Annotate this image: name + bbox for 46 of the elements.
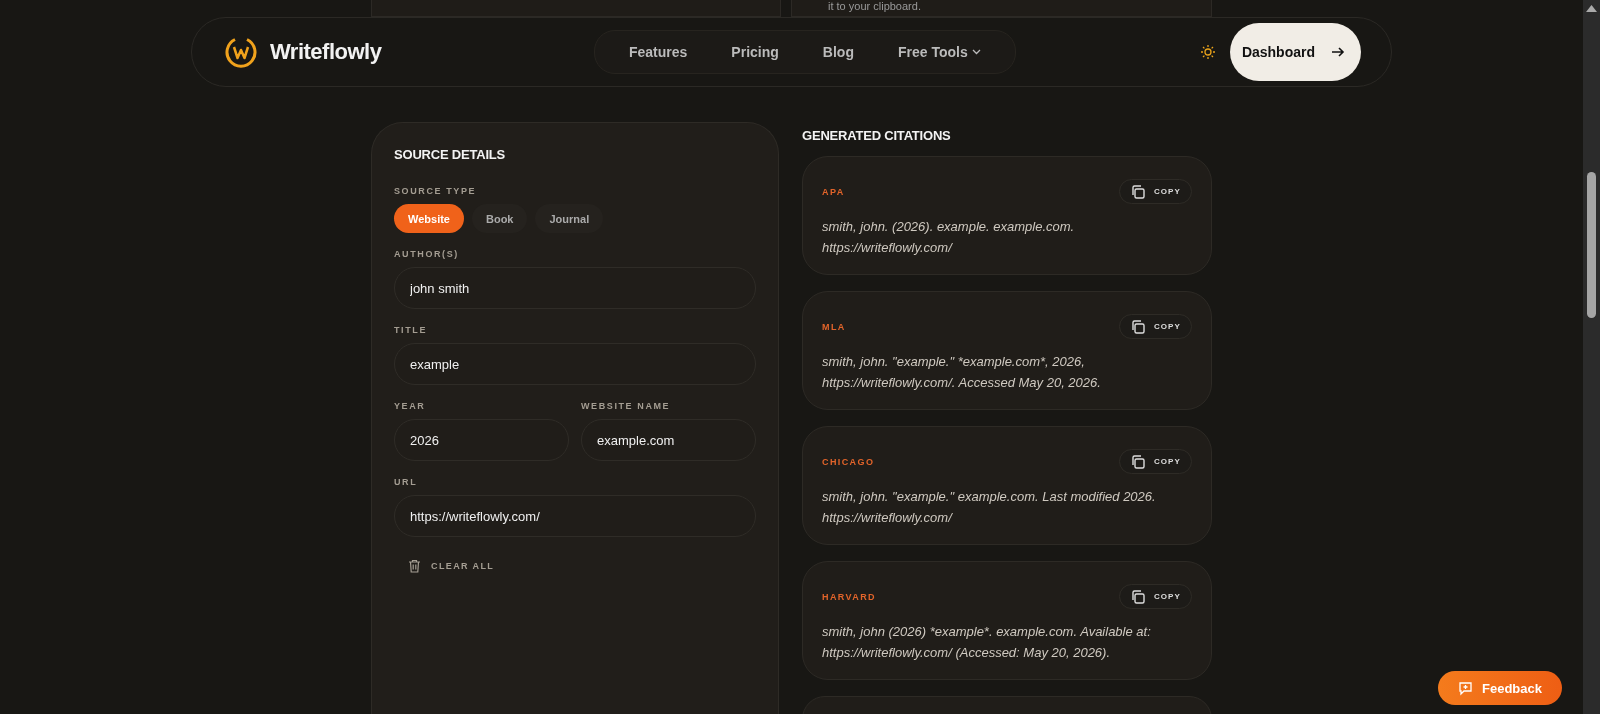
- copy-icon: [1129, 588, 1146, 605]
- field-label: URL: [394, 477, 419, 487]
- field-label: SOURCE TYPE: [394, 186, 478, 196]
- citation-text: smith, john. "example." example.com. Last modified 2026. https://writeflowly.com/: [822, 488, 1157, 527]
- copy-icon: [1129, 453, 1146, 470]
- scrollbar-thumb[interactable]: [1587, 172, 1596, 318]
- copy-icon: [1129, 183, 1146, 200]
- nav-link[interactable]: Blog: [800, 44, 876, 60]
- copy-button[interactable]: COPY: [1118, 449, 1192, 474]
- message-plus-icon: [1458, 680, 1473, 696]
- instruction-text: it to your clipboard.: [828, 0, 921, 12]
- citation-style: HARVARD: [822, 591, 876, 602]
- copy-icon: [1129, 318, 1146, 335]
- logo-icon: [224, 35, 258, 69]
- sun-icon[interactable]: [1199, 44, 1216, 60]
- citation-style: MLA: [822, 321, 846, 332]
- brand-name: Writeflowly: [270, 39, 382, 65]
- trash-icon: [408, 559, 421, 573]
- field-label: TITLE: [394, 325, 428, 335]
- source-type-tab[interactable]: Journal: [535, 204, 604, 233]
- field-label: YEAR: [394, 401, 427, 411]
- copy-button[interactable]: COPY: [1118, 179, 1192, 204]
- source-type-tab[interactable]: Book: [472, 204, 528, 233]
- clear-all-button[interactable]: CLEAR ALL: [404, 555, 499, 577]
- input-field[interactable]: example.com: [581, 419, 756, 461]
- nav-link[interactable]: Free Tools: [875, 44, 1003, 60]
- citation-text: smith, john. "example." *example.com*, 2026, https://writeflowly.com/. Accessed May 20, 2026.: [822, 353, 1102, 392]
- citation-text: smith, john. (2026). example. example.com. https://writeflowly.com/: [822, 218, 1076, 257]
- arrow-right-icon: [1331, 45, 1345, 59]
- citation-style: CHICAGO: [822, 456, 875, 467]
- nav-link[interactable]: Pricing: [709, 44, 801, 60]
- copy-button[interactable]: COPY: [1118, 314, 1192, 339]
- nav-link[interactable]: Features: [607, 44, 710, 60]
- field-label: AUTHOR(S): [394, 249, 460, 259]
- citation-text: smith, john (2026) *example*. example.com. Available at: https://writeflowly.com/ (Accessed: May 20, 2026).: [822, 623, 1152, 662]
- input-field[interactable]: example: [394, 343, 756, 385]
- citation-style: APA: [822, 186, 845, 197]
- input-field[interactable]: https://writeflowly.com/: [394, 495, 756, 537]
- input-field[interactable]: 2026: [394, 419, 569, 461]
- panel-heading: SOURCE DETAILS: [394, 147, 507, 162]
- scroll-up-icon[interactable]: [1586, 5, 1597, 12]
- input-field[interactable]: john smith: [394, 267, 756, 309]
- dashboard-button[interactable]: Dashboard: [1229, 23, 1361, 81]
- section-heading: GENERATED CITATIONS: [802, 128, 952, 143]
- copy-button[interactable]: COPY: [1118, 584, 1192, 609]
- field-label: WEBSITE NAME: [581, 401, 672, 411]
